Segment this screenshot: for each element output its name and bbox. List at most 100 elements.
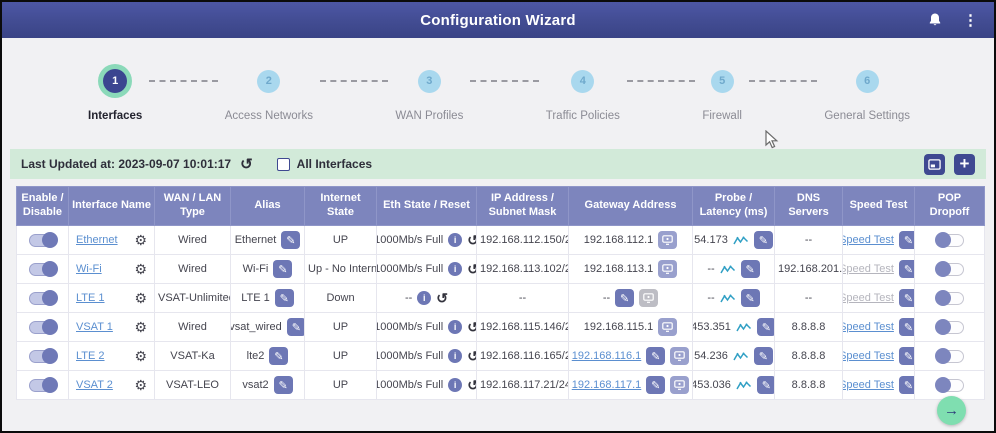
interface-name-link[interactable]: Ethernet bbox=[76, 234, 118, 246]
speed-test-link[interactable]: Speed Test bbox=[843, 350, 894, 362]
latency-chart-icon[interactable] bbox=[720, 263, 736, 276]
settings-gear-icon[interactable]: ⚙ bbox=[134, 262, 147, 276]
eth-info-icon[interactable]: i bbox=[448, 262, 462, 276]
latency-chart-icon[interactable] bbox=[736, 379, 752, 392]
settings-gear-icon[interactable]: ⚙ bbox=[134, 233, 147, 247]
settings-gear-icon[interactable]: ⚙ bbox=[134, 378, 147, 392]
interface-name-link[interactable]: LTE 1 bbox=[76, 292, 105, 304]
eth-reset-icon[interactable]: ↺ bbox=[436, 291, 448, 305]
dns-servers-cell: -- bbox=[775, 284, 843, 313]
edit-speed-test-button[interactable]: ✎ bbox=[899, 347, 915, 365]
eth-reset-icon[interactable]: ↺ bbox=[467, 349, 476, 363]
gateway-link[interactable]: 192.168.116.1 bbox=[572, 350, 642, 362]
eth-reset-icon[interactable]: ↺ bbox=[467, 262, 476, 276]
latency-chart-icon[interactable] bbox=[733, 350, 749, 363]
all-interfaces-checkbox[interactable] bbox=[277, 158, 290, 171]
latency-chart-icon[interactable] bbox=[720, 292, 736, 305]
edit-gateway-button[interactable]: ✎ bbox=[615, 289, 634, 307]
edit-speed-test-button[interactable]: ✎ bbox=[899, 318, 915, 336]
stepper-step-traffic-policies[interactable]: 4Traffic Policies bbox=[546, 64, 620, 122]
card-view-button[interactable] bbox=[924, 154, 945, 175]
column-header: Alias bbox=[231, 187, 305, 226]
interfaces-table: Enable / DisableInterface NameWAN / LAN … bbox=[16, 186, 980, 400]
notification-bell-icon[interactable] bbox=[927, 12, 943, 28]
pop-dropoff-toggle[interactable] bbox=[936, 234, 964, 247]
eth-info-icon[interactable]: i bbox=[448, 320, 462, 334]
ip-subnet-cell: 192.168.113.102/24 bbox=[477, 255, 569, 284]
eth-reset-icon[interactable]: ↺ bbox=[467, 378, 476, 392]
eth-info-icon[interactable]: i bbox=[417, 291, 431, 305]
pop-dropoff-toggle[interactable] bbox=[936, 263, 964, 276]
latency-chart-icon[interactable] bbox=[733, 234, 749, 247]
stepper-step-interfaces[interactable]: 1Interfaces bbox=[88, 64, 142, 122]
interface-name-link[interactable]: Wi-Fi bbox=[76, 263, 102, 275]
edit-alias-button[interactable]: ✎ bbox=[275, 289, 294, 307]
kebab-menu-icon[interactable]: ⋮ bbox=[963, 13, 978, 28]
refresh-icon[interactable]: ↺ bbox=[240, 157, 253, 172]
edit-alias-button[interactable]: ✎ bbox=[287, 318, 305, 336]
internet-state-cell: UP bbox=[305, 371, 377, 400]
interface-name-link[interactable]: VSAT 2 bbox=[76, 379, 113, 391]
latency-chart-icon[interactable] bbox=[736, 321, 752, 334]
eth-reset-icon[interactable]: ↺ bbox=[467, 233, 476, 247]
speed-test-link[interactable]: Speed Test bbox=[843, 379, 894, 391]
edit-speed-test-button[interactable]: ✎ bbox=[899, 260, 915, 278]
eth-reset-icon[interactable]: ↺ bbox=[467, 320, 476, 334]
edit-speed-test-button[interactable]: ✎ bbox=[899, 289, 915, 307]
enable-toggle[interactable] bbox=[29, 292, 57, 305]
edit-alias-button[interactable]: ✎ bbox=[273, 260, 292, 278]
interface-name-link[interactable]: VSAT 1 bbox=[76, 321, 113, 333]
enable-toggle[interactable] bbox=[29, 379, 57, 392]
next-step-button[interactable]: → bbox=[937, 396, 966, 425]
add-interface-button[interactable]: + bbox=[954, 154, 975, 175]
enable-toggle[interactable] bbox=[29, 263, 57, 276]
gateway-ping-icon[interactable] bbox=[670, 376, 689, 394]
enable-toggle[interactable] bbox=[29, 321, 57, 334]
edit-probe-button[interactable]: ✎ bbox=[741, 260, 760, 278]
edit-alias-button[interactable]: ✎ bbox=[281, 231, 300, 249]
pop-dropoff-toggle[interactable] bbox=[936, 321, 964, 334]
gateway-ping-icon[interactable] bbox=[639, 289, 658, 307]
stepper-step-access-networks[interactable]: 2Access Networks bbox=[225, 64, 313, 122]
interface-name-link[interactable]: LTE 2 bbox=[76, 350, 105, 362]
eth-info-icon[interactable]: i bbox=[448, 349, 462, 363]
stepper-step-general-settings[interactable]: 6General Settings bbox=[824, 64, 910, 122]
pop-dropoff-toggle[interactable] bbox=[936, 292, 964, 305]
edit-probe-button[interactable]: ✎ bbox=[754, 231, 773, 249]
column-header: POP Dropoff bbox=[915, 187, 985, 226]
speed-test-link[interactable]: Speed Test bbox=[843, 321, 894, 333]
gateway-ping-icon[interactable] bbox=[658, 318, 677, 336]
edit-probe-button[interactable]: ✎ bbox=[757, 318, 775, 336]
edit-probe-button[interactable]: ✎ bbox=[757, 376, 775, 394]
settings-gear-icon[interactable]: ⚙ bbox=[134, 320, 147, 334]
settings-gear-icon[interactable]: ⚙ bbox=[134, 349, 147, 363]
interface-name-cell: LTE 2 ⚙ bbox=[69, 342, 155, 371]
edit-alias-button[interactable]: ✎ bbox=[269, 347, 288, 365]
speed-test-link[interactable]: Speed Test bbox=[843, 234, 894, 246]
edit-speed-test-button[interactable]: ✎ bbox=[899, 231, 915, 249]
pop-dropoff-toggle[interactable] bbox=[936, 379, 964, 392]
speed-test-link[interactable]: Speed Test bbox=[843, 292, 894, 304]
edit-gateway-button[interactable]: ✎ bbox=[646, 376, 665, 394]
eth-info-icon[interactable]: i bbox=[448, 233, 462, 247]
gateway-ping-icon[interactable] bbox=[658, 260, 677, 278]
step-number: 6 bbox=[856, 70, 879, 93]
settings-gear-icon[interactable]: ⚙ bbox=[134, 291, 147, 305]
edit-alias-button[interactable]: ✎ bbox=[274, 376, 293, 394]
speed-test-link[interactable]: Speed Test bbox=[843, 263, 894, 275]
probe-latency-cell: 54.173✎ bbox=[693, 226, 775, 255]
gateway-link[interactable]: 192.168.117.1 bbox=[572, 379, 642, 391]
edit-speed-test-button[interactable]: ✎ bbox=[899, 376, 915, 394]
edit-probe-button[interactable]: ✎ bbox=[741, 289, 760, 307]
pop-dropoff-toggle[interactable] bbox=[936, 350, 964, 363]
alias-cell: Wi-Fi✎ bbox=[231, 255, 305, 284]
eth-info-icon[interactable]: i bbox=[448, 378, 462, 392]
stepper-step-firewall[interactable]: 5Firewall bbox=[702, 64, 742, 122]
stepper-step-wan-profiles[interactable]: 3WAN Profiles bbox=[395, 64, 463, 122]
edit-gateway-button[interactable]: ✎ bbox=[646, 347, 665, 365]
enable-toggle[interactable] bbox=[29, 350, 57, 363]
enable-toggle[interactable] bbox=[29, 234, 57, 247]
gateway-ping-icon[interactable] bbox=[658, 231, 677, 249]
gateway-ping-icon[interactable] bbox=[670, 347, 689, 365]
edit-probe-button[interactable]: ✎ bbox=[754, 347, 773, 365]
